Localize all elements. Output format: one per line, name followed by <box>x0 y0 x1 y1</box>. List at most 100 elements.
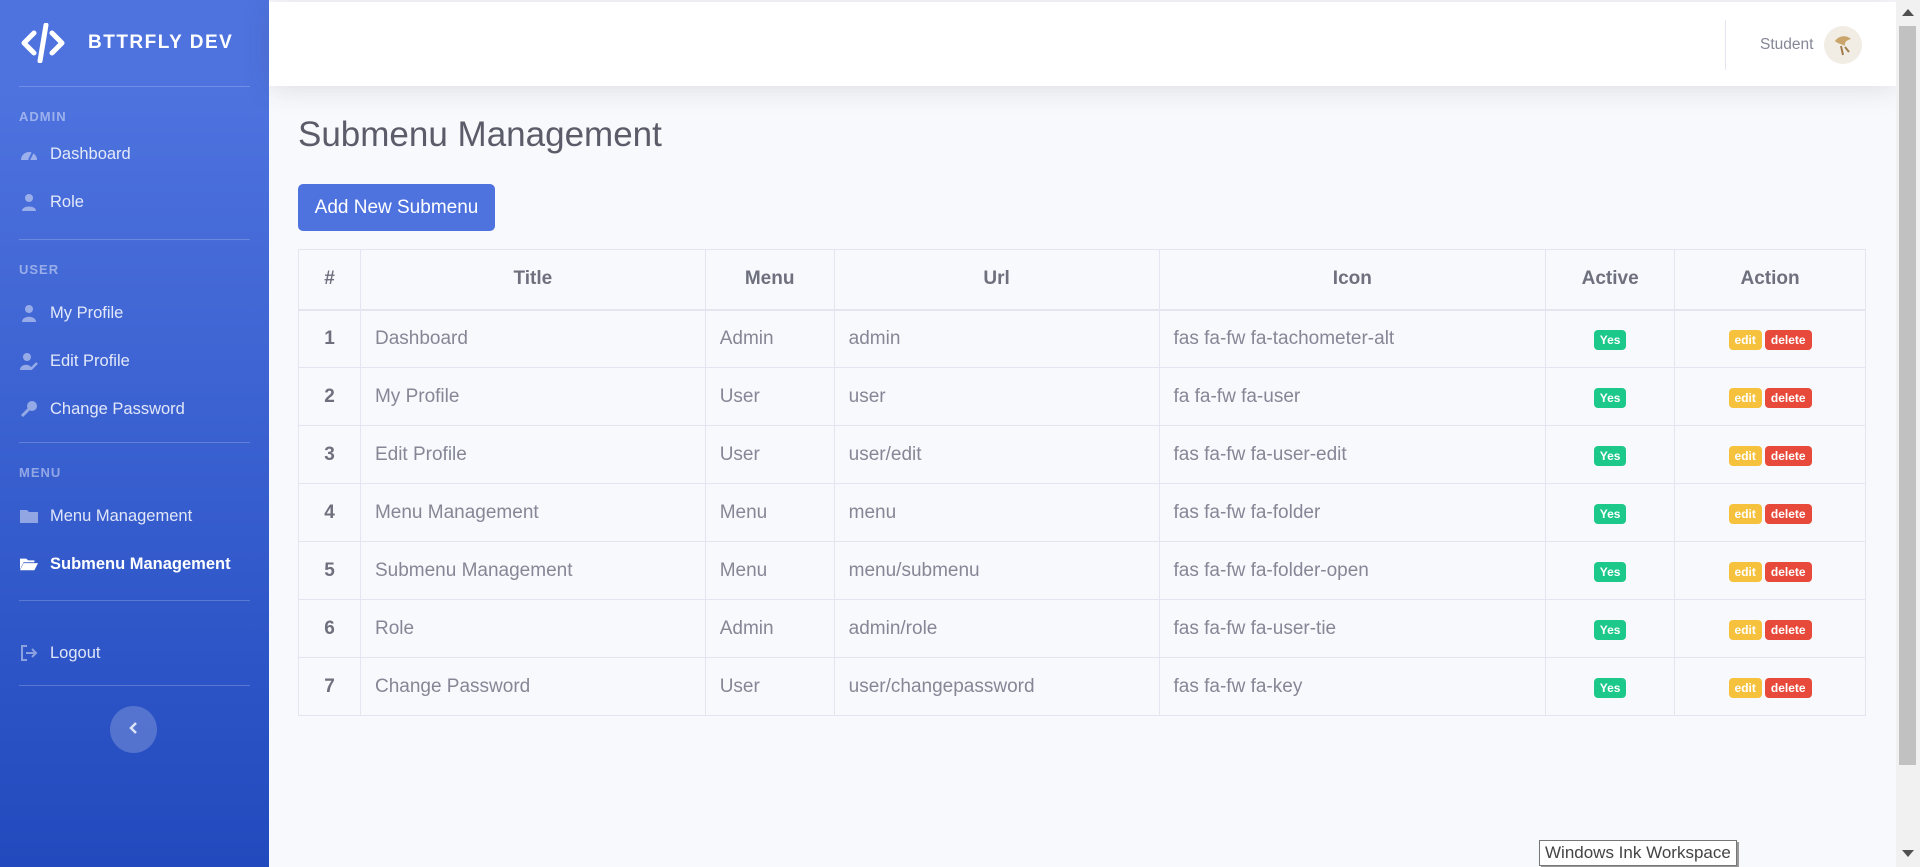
cell-action: edit delete <box>1674 657 1866 716</box>
cell-menu: Menu <box>704 483 835 542</box>
cell-menu: Admin <box>704 599 835 658</box>
sidebar-heading-admin: ADMIN <box>19 109 67 124</box>
avatar-image <box>1835 36 1851 56</box>
edit-button[interactable]: edit <box>1728 619 1762 640</box>
edit-button[interactable]: edit <box>1728 329 1762 350</box>
column-header: # <box>298 249 361 311</box>
cell-url: user <box>833 367 1160 426</box>
tachometer-icon <box>20 145 38 163</box>
cell-action: edit delete <box>1674 309 1866 368</box>
brand-name: BTTRFLY DEV <box>88 32 234 53</box>
delete-button[interactable]: delete <box>1764 503 1812 524</box>
edit-button[interactable]: edit <box>1728 561 1762 582</box>
active-badge: Yes <box>1593 503 1627 524</box>
sidebar-item-label: Change Password <box>50 399 185 418</box>
cell-action: edit delete <box>1674 541 1866 600</box>
sidebar-item-edit-profile[interactable]: Edit Profile <box>0 337 269 385</box>
sidebar-heading-user: USER <box>19 262 60 277</box>
cell-title: My Profile <box>359 367 706 426</box>
edit-button[interactable]: edit <box>1728 677 1762 698</box>
cell-menu: User <box>704 425 835 484</box>
scroll-up-arrow-icon[interactable] <box>1902 9 1914 16</box>
active-badge: Yes <box>1593 445 1627 466</box>
cell-number: 6 <box>298 599 361 658</box>
edit-button[interactable]: edit <box>1728 445 1762 466</box>
cell-url: user/changepassword <box>833 657 1160 716</box>
active-badge: Yes <box>1593 329 1627 350</box>
brand[interactable]: BTTRFLY DEV <box>0 0 269 86</box>
sidebar-toggle-button[interactable] <box>110 706 157 753</box>
sidebar-item-my-profile[interactable]: My Profile <box>0 289 269 337</box>
cell-url: admin/role <box>833 599 1160 658</box>
sidebar-item-change-password[interactable]: Change Password <box>0 385 269 433</box>
delete-button[interactable]: delete <box>1764 561 1812 582</box>
sidebar-item-label: Role <box>50 192 84 211</box>
delete-button[interactable]: delete <box>1764 445 1812 466</box>
sign-out-icon <box>20 644 38 662</box>
cell-action: edit delete <box>1674 483 1866 542</box>
column-header: Menu <box>704 249 835 311</box>
cell-title: Submenu Management <box>359 541 706 600</box>
avatar[interactable] <box>1824 26 1862 64</box>
sidebar-item-role[interactable]: Role <box>0 178 269 226</box>
sidebar-item-menu-management[interactable]: Menu Management <box>0 492 269 540</box>
topbar: Student <box>269 2 1896 86</box>
edit-button[interactable]: edit <box>1728 387 1762 408</box>
cell-title: Edit Profile <box>359 425 706 484</box>
user-name[interactable]: Student <box>1760 36 1813 54</box>
scrollbar-thumb[interactable] <box>1899 26 1916 765</box>
table-body: 1 Dashboard Admin admin fas fa-fw fa-tachome… <box>298 309 1866 716</box>
add-submenu-button[interactable]: Add New Submenu <box>298 184 495 231</box>
user-icon <box>20 304 38 322</box>
cell-url: menu/submenu <box>833 541 1160 600</box>
sidebar-item-dashboard[interactable]: Dashboard <box>0 130 269 178</box>
table-row: 4 Menu Management Menu menu fas fa-fw fa-fol… <box>298 483 1866 542</box>
delete-button[interactable]: delete <box>1764 387 1812 408</box>
sidebar-item-label: Logout <box>50 643 101 662</box>
cell-number: 1 <box>298 309 361 368</box>
sidebar-item-label: My Profile <box>50 303 124 322</box>
cell-title: Menu Management <box>359 483 706 542</box>
cell-icon: fas fa-fw fa-tachometer-alt <box>1158 309 1547 368</box>
cell-title: Dashboard <box>359 309 706 368</box>
delete-button[interactable]: delete <box>1764 619 1812 640</box>
cell-menu: Menu <box>704 541 835 600</box>
user-tie-icon <box>20 193 38 211</box>
cell-menu: User <box>704 367 835 426</box>
cell-number: 7 <box>298 657 361 716</box>
edit-button[interactable]: edit <box>1728 503 1762 524</box>
column-header: Action <box>1674 249 1866 311</box>
column-header: Title <box>359 249 706 311</box>
folder-icon <box>20 507 38 525</box>
sidebar-item-submenu-management[interactable]: Submenu Management <box>0 540 269 588</box>
sidebar-item-logout[interactable]: Logout <box>0 629 269 677</box>
cell-action: edit delete <box>1674 599 1866 658</box>
cell-icon: fas fa-fw fa-folder-open <box>1158 541 1547 600</box>
column-header: Icon <box>1158 249 1547 311</box>
cell-url: menu <box>833 483 1160 542</box>
cell-url: admin <box>833 309 1160 368</box>
cell-active: Yes <box>1545 541 1676 600</box>
cell-active: Yes <box>1545 309 1676 368</box>
scroll-down-arrow-icon[interactable] <box>1902 850 1914 857</box>
cell-title: Change Password <box>359 657 706 716</box>
cell-icon: fas fa-fw fa-user-edit <box>1158 425 1547 484</box>
delete-button[interactable]: delete <box>1764 329 1812 350</box>
table-row: 3 Edit Profile User user/edit fas fa-fw fa-u… <box>298 425 1866 484</box>
cell-number: 5 <box>298 541 361 600</box>
folder-open-icon <box>20 555 38 573</box>
sidebar-item-label: Edit Profile <box>50 351 130 370</box>
active-badge: Yes <box>1593 619 1627 640</box>
table-row: 6 Role Admin admin/role fas fa-fw fa-user-ti… <box>298 599 1866 658</box>
cell-action: edit delete <box>1674 367 1866 426</box>
delete-button[interactable]: delete <box>1764 677 1812 698</box>
sidebar-item-label: Dashboard <box>50 144 131 163</box>
cell-active: Yes <box>1545 657 1676 716</box>
table-row: 1 Dashboard Admin admin fas fa-fw fa-tachome… <box>298 309 1866 368</box>
cell-active: Yes <box>1545 425 1676 484</box>
submenu-table: # Title Menu Url Icon Active Action 1 Das… <box>298 249 1866 716</box>
table-row: 5 Submenu Management Menu menu/submenu fas f… <box>298 541 1866 600</box>
topbar-divider <box>1725 20 1726 70</box>
cell-number: 2 <box>298 367 361 426</box>
cell-active: Yes <box>1545 367 1676 426</box>
